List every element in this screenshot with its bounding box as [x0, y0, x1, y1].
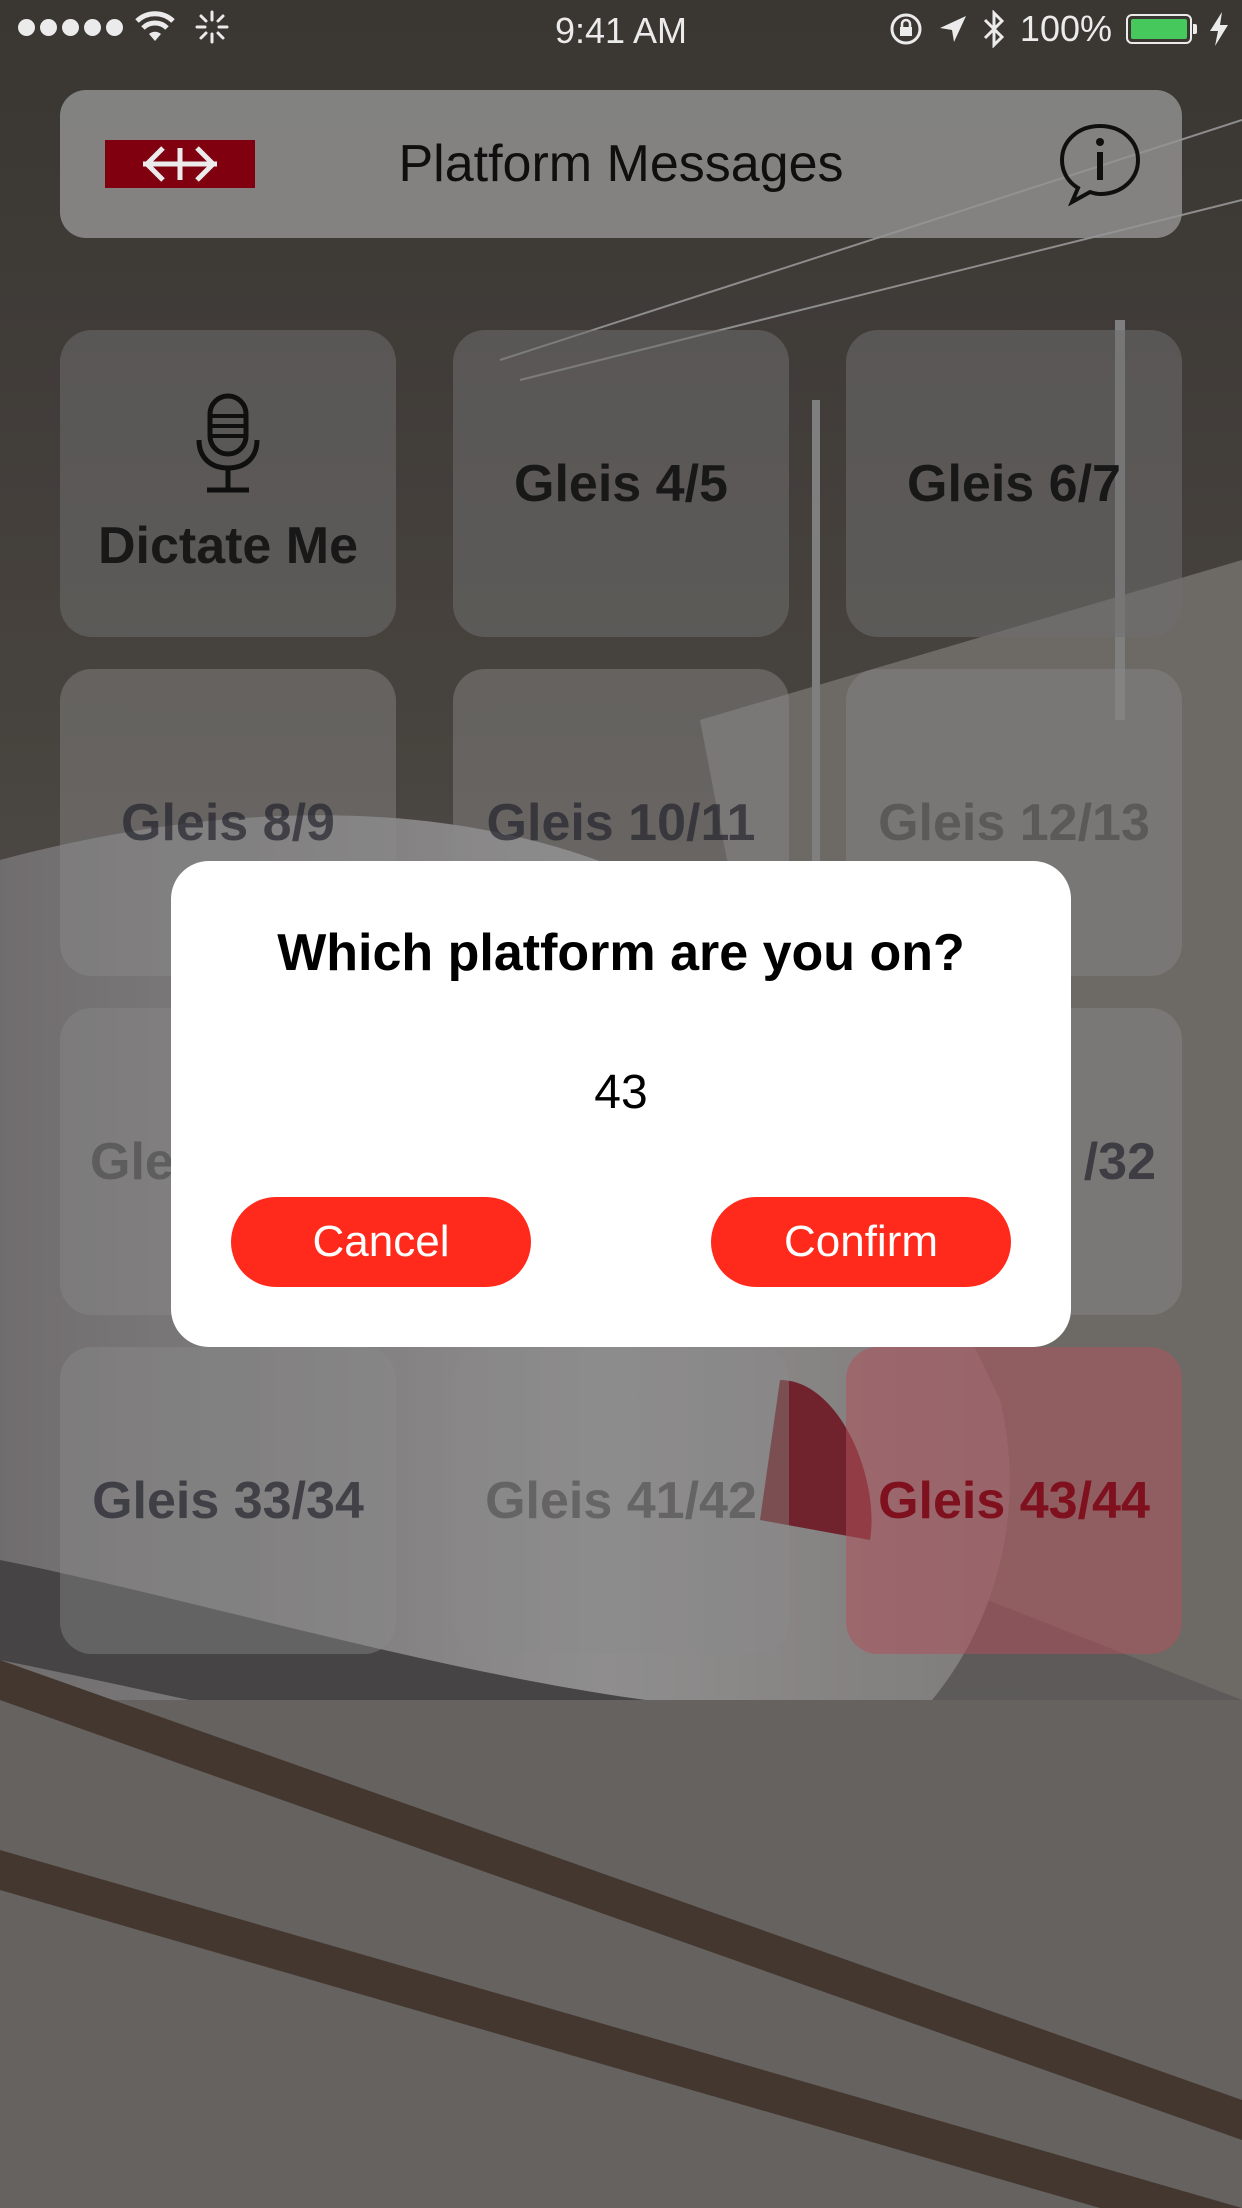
dialog-title: Which platform are you on?	[277, 924, 965, 982]
screen: 9:41 AM 100% Platform Messages Dictate M…	[0, 0, 1242, 2208]
platform-number-value[interactable]: 43	[171, 1065, 1071, 1120]
cancel-button[interactable]: Cancel	[231, 1197, 531, 1287]
confirm-button[interactable]: Confirm	[711, 1197, 1011, 1287]
platform-dialog: Which platform are you on? 43 Cancel Con…	[171, 861, 1071, 1347]
